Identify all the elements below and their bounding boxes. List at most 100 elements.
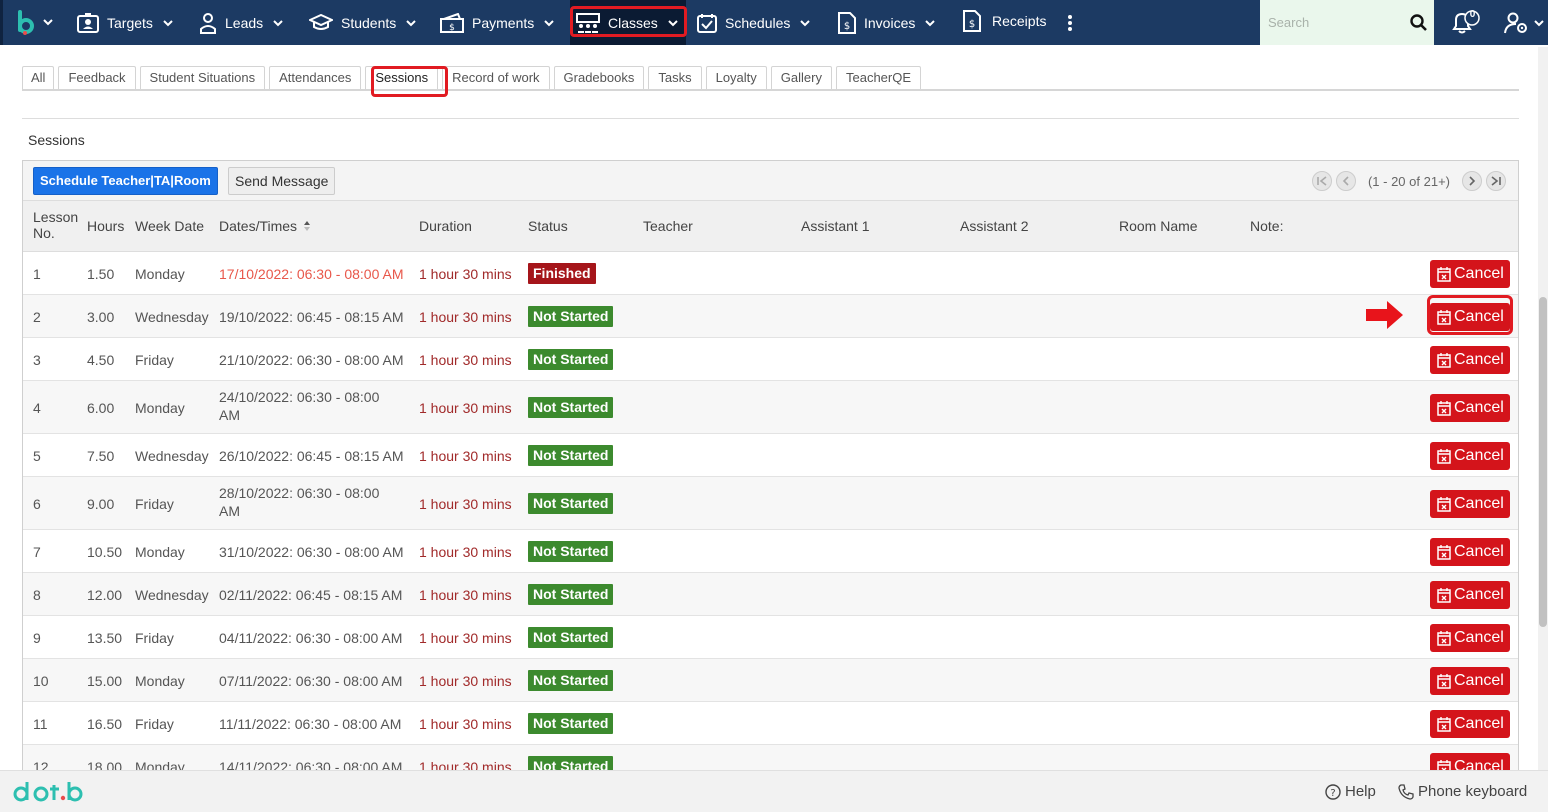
col-teacher[interactable]: Teacher xyxy=(643,218,693,234)
cancel-label: Cancel xyxy=(1454,672,1504,689)
status-badge: Not Started xyxy=(528,493,614,514)
cell-dates-times: 17/10/2022: 06:30 - 08:00 AM xyxy=(219,266,404,282)
cancel-button[interactable]: Cancel xyxy=(1430,303,1510,331)
nav-item-leads[interactable]: Leads xyxy=(199,0,283,45)
tab-student-situations[interactable]: Student Situations xyxy=(139,66,266,89)
svg-text:$: $ xyxy=(844,21,850,32)
tab-loyalty[interactable]: Loyalty xyxy=(705,66,767,89)
nav-label-receipts: Receipts xyxy=(992,12,1047,29)
more-menu-button[interactable] xyxy=(1066,0,1074,45)
cell-week-date: Monday xyxy=(135,266,185,282)
invoice-icon: $ xyxy=(838,11,856,34)
person-icon xyxy=(200,12,216,34)
table-row: 8 12.00 Wednesday 02/11/2022: 06:45 - 08:15… xyxy=(23,573,1518,616)
cell-lesson-no: 2 xyxy=(33,309,41,325)
scrollbar[interactable] xyxy=(1538,47,1548,770)
cell-dates-times: 07/11/2022: 06:30 - 08:00 AM xyxy=(219,673,403,689)
calendar-x-icon xyxy=(1437,309,1451,325)
col-duration[interactable]: Duration xyxy=(419,218,472,234)
phone-icon xyxy=(1398,783,1414,800)
tab-gradebooks[interactable]: Gradebooks xyxy=(553,66,645,89)
calendar-x-icon xyxy=(1437,266,1451,282)
tab-gallery[interactable]: Gallery xyxy=(770,66,832,89)
search-icon[interactable] xyxy=(1410,14,1427,31)
notifications-button[interactable]: 0 xyxy=(1450,0,1482,45)
cancel-button[interactable]: Cancel xyxy=(1430,581,1510,609)
cancel-button[interactable]: Cancel xyxy=(1430,260,1510,288)
col-dates-times-label: Dates/Times xyxy=(219,218,298,234)
svg-text:$: $ xyxy=(449,23,455,33)
col-room-name[interactable]: Room Name xyxy=(1119,218,1198,234)
col-week-date[interactable]: Week Date xyxy=(135,218,204,234)
col-status[interactable]: Status xyxy=(528,218,568,234)
schedule-teacher-button[interactable]: Schedule Teacher|TA|Room xyxy=(33,167,218,195)
nav-item-receipts[interactable]: $ Receipts xyxy=(963,0,1046,43)
col-note[interactable]: Note: xyxy=(1250,218,1283,234)
table-row: 7 10.50 Monday 31/10/2022: 06:30 - 08:00 AM… xyxy=(23,530,1518,573)
nav-item-students[interactable]: Students xyxy=(309,0,416,45)
tab-feedback[interactable]: Feedback xyxy=(58,66,136,89)
send-message-button[interactable]: Send Message xyxy=(228,167,336,195)
brand-logo-icon[interactable] xyxy=(14,8,54,38)
cancel-button[interactable]: Cancel xyxy=(1430,667,1510,695)
detail-tabs: All Feedback Student Situations Attendan… xyxy=(22,66,1519,91)
nav-item-invoices[interactable]: $ Invoices xyxy=(838,0,936,45)
cancel-button[interactable]: Cancel xyxy=(1430,442,1510,470)
cancel-button[interactable]: Cancel xyxy=(1430,538,1510,566)
next-page-button[interactable] xyxy=(1462,171,1482,191)
tab-sessions[interactable]: Sessions xyxy=(365,66,439,89)
sort-icon[interactable] xyxy=(303,220,311,232)
col-dates-times[interactable]: Dates/Times xyxy=(219,218,311,234)
tab-attendances[interactable]: Attendances xyxy=(269,66,362,89)
nav-item-payments[interactable]: $ Payments xyxy=(440,0,554,45)
status-badge: Not Started xyxy=(528,584,614,605)
calendar-x-icon xyxy=(1437,716,1451,732)
notification-count: 0 xyxy=(1469,9,1476,20)
last-page-button[interactable] xyxy=(1486,171,1506,191)
pagination: (1 - 20 of 21+) xyxy=(1311,171,1506,191)
vertical-dots-icon xyxy=(1068,14,1072,31)
tab-tasks[interactable]: Tasks xyxy=(648,66,702,89)
tab-teacherqe[interactable]: TeacherQE xyxy=(835,66,922,89)
svg-text:$: $ xyxy=(969,19,975,30)
chevron-down-icon xyxy=(668,19,678,26)
col-lesson-no[interactable]: Lesson No. xyxy=(33,209,78,241)
scrollbar-thumb[interactable] xyxy=(1539,297,1547,627)
cancel-button[interactable]: Cancel xyxy=(1430,624,1510,652)
cancel-button[interactable]: Cancel xyxy=(1430,346,1510,374)
col-assistant-1[interactable]: Assistant 1 xyxy=(801,218,869,234)
search-input[interactable] xyxy=(1260,0,1405,45)
nav-item-classes[interactable]: Classes xyxy=(570,0,686,45)
cancel-button[interactable]: Cancel xyxy=(1430,490,1510,518)
status-badge: Not Started xyxy=(528,349,614,370)
calendar-x-icon xyxy=(1437,673,1451,689)
table-header: Lesson No. Hours Week Date Dates/Times D… xyxy=(23,201,1518,252)
chevron-down-icon xyxy=(925,19,936,26)
status-badge: Not Started xyxy=(528,397,614,418)
tab-record-of-work[interactable]: Record of work xyxy=(442,66,550,89)
cell-dates-times: 26/10/2022: 06:45 - 08:15 AM xyxy=(219,448,404,464)
cell-hours: 10.50 xyxy=(87,544,123,560)
table-row: 5 7.50 Wednesday 26/10/2022: 06:45 - 08:15 … xyxy=(23,434,1518,477)
cell-week-date: Friday xyxy=(135,630,174,646)
help-link[interactable]: ? Help xyxy=(1325,783,1376,800)
col-assistant-2[interactable]: Assistant 2 xyxy=(960,218,1028,234)
phone-keyboard-link[interactable]: Phone keyboard xyxy=(1398,783,1527,800)
cancel-button[interactable]: Cancel xyxy=(1430,710,1510,738)
cell-lesson-no: 1 xyxy=(33,266,41,282)
nav-item-targets[interactable]: Targets xyxy=(77,0,173,45)
cell-hours: 15.00 xyxy=(87,673,123,689)
col-hours[interactable]: Hours xyxy=(87,218,124,234)
cancel-label: Cancel xyxy=(1454,543,1504,560)
prev-page-button[interactable] xyxy=(1335,171,1356,191)
cancel-button[interactable]: Cancel xyxy=(1430,394,1510,422)
cell-week-date: Friday xyxy=(135,352,174,368)
chevron-down-icon xyxy=(406,19,416,26)
cancel-label: Cancel xyxy=(1454,399,1504,416)
first-page-button[interactable] xyxy=(1311,171,1332,191)
user-settings-button[interactable] xyxy=(1504,0,1544,45)
tab-all[interactable]: All xyxy=(22,66,55,89)
cell-hours: 1.50 xyxy=(87,266,115,282)
nav-item-schedules[interactable]: Schedules xyxy=(697,0,811,45)
nav-label-schedules: Schedules xyxy=(725,14,791,31)
